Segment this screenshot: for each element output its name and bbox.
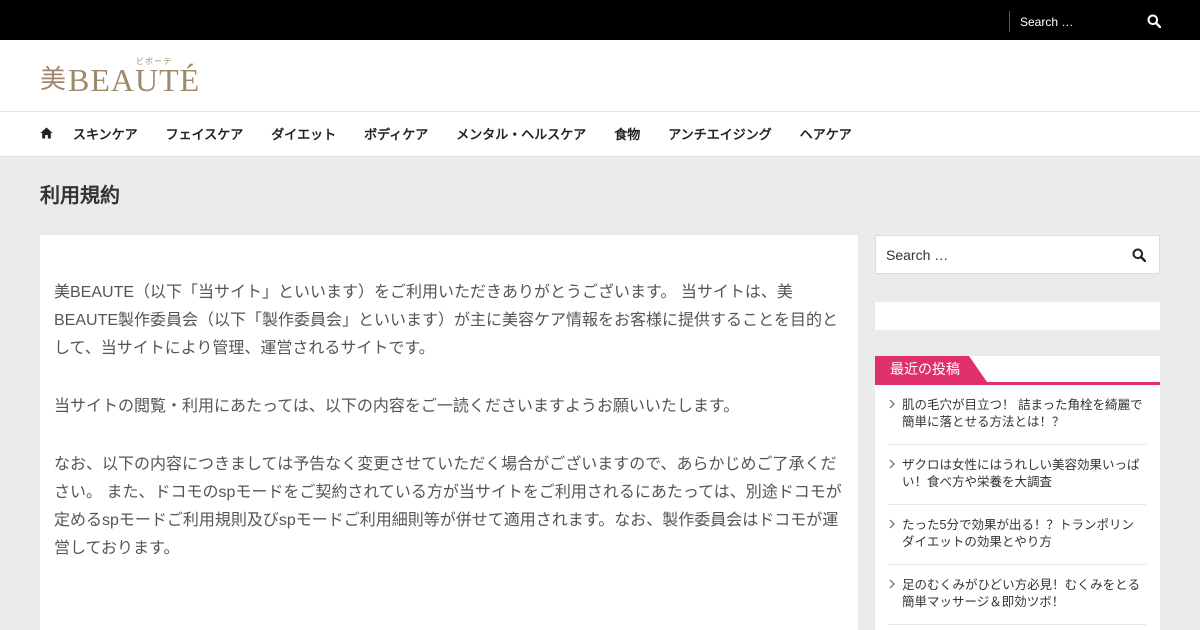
article-paragraph: 当サイトの閲覧・利用にあたっては、以下の内容をご一読くださいますようお願いいたし…	[54, 398, 740, 415]
nav-item-mental-healthcare[interactable]: メンタル・ヘルスケア	[456, 112, 586, 157]
article-content: 美BEAUTE（以下「当サイト」といいます）をご利用いただきありがとうございます…	[40, 235, 858, 630]
logo-ruby: ビボーテ	[136, 57, 172, 66]
site-logo[interactable]: 美 BEAUTÉ ビボーテ	[40, 57, 201, 98]
nav-item-skincare[interactable]: スキンケア	[73, 112, 138, 157]
top-search-input[interactable]	[1020, 11, 1150, 32]
chevron-right-icon	[889, 579, 895, 589]
logo-word: BEAUTÉ	[68, 62, 201, 98]
logo-kanji: 美	[40, 65, 67, 94]
search-icon[interactable]	[1132, 248, 1147, 263]
home-icon[interactable]	[40, 126, 54, 140]
nav-item-diet[interactable]: ダイエット	[271, 112, 336, 157]
page-title: 利用規約	[40, 185, 120, 207]
chevron-right-icon	[889, 399, 895, 409]
recent-post-item[interactable]: 肌の毛穴が目立つ！ 詰まった角栓を綺麗で簡単に落とせる方法とは！？	[889, 385, 1146, 445]
nav-item-facecare[interactable]: フェイスケア	[166, 112, 244, 157]
recent-posts-title: 最近の投稿	[890, 361, 960, 377]
recent-post-link[interactable]: たった5分で効果が出る！？トランポリンダイエットの効果とやり方	[902, 517, 1146, 551]
sidebar-search-input[interactable]	[886, 244, 1116, 266]
recent-posts-tab: 最近の投稿	[875, 356, 987, 382]
recent-post-link[interactable]: 肌の毛穴が目立つ！ 詰まった角栓を綺麗で簡単に落とせる方法とは！？	[902, 397, 1146, 431]
search-icon[interactable]	[1147, 14, 1163, 30]
nav-item-anti-aging[interactable]: アンチエイジング	[668, 112, 771, 157]
recent-posts-widget: 最近の投稿 肌の毛穴が目立つ！ 詰まった角栓を綺麗で簡単に落とせる方法とは！？ …	[875, 356, 1160, 630]
nav-item-bodycare[interactable]: ボディケア	[364, 112, 428, 157]
nav-menu: スキンケア フェイスケア ダイエット ボディケア メンタル・ヘルスケア 食物 ア…	[73, 112, 880, 157]
recent-post-item[interactable]: ザクロは女性にはうれしい美容効果いっぱい！食べ方や栄養を大調査	[889, 445, 1146, 505]
nav-item-food[interactable]: 食物	[614, 112, 640, 157]
chevron-right-icon	[889, 459, 895, 469]
recent-post-item[interactable]: たった5分で効果が出る！？トランポリンダイエットの効果とやり方	[889, 505, 1146, 565]
recent-post-link[interactable]: 足のむくみがひどい方必見！むくみをとる簡単マッサージ＆即効ツボ！	[902, 577, 1146, 611]
main-nav: スキンケア フェイスケア ダイエット ボディケア メンタル・ヘルスケア 食物 ア…	[0, 112, 1200, 157]
top-search-form	[1009, 11, 1177, 32]
site-header: 美 BEAUTÉ ビボーテ	[0, 40, 1200, 112]
recent-posts-header: 最近の投稿	[875, 356, 1160, 385]
top-bar	[0, 0, 1200, 40]
nav-item-haircare[interactable]: ヘアケア	[800, 112, 852, 157]
article-paragraph: 美BEAUTE（以下「当サイト」といいます）をご利用いただきありがとうございます…	[54, 284, 839, 357]
recent-post-link[interactable]: ザクロは女性にはうれしい美容効果いっぱい！食べ方や栄養を大調査	[902, 457, 1146, 491]
chevron-right-icon	[889, 519, 895, 529]
sidebar-widget-empty	[875, 302, 1160, 330]
recent-posts-list: 肌の毛穴が目立つ！ 詰まった角栓を綺麗で簡単に落とせる方法とは！？ ザクロは女性…	[889, 385, 1146, 625]
sidebar-search-form	[875, 235, 1160, 274]
recent-post-item[interactable]: 足のむくみがひどい方必見！むくみをとる簡単マッサージ＆即効ツボ！	[889, 565, 1146, 625]
article-paragraph: なお、以下の内容につきましては予告なく変更させていただく場合がございますので、あ…	[54, 456, 842, 557]
